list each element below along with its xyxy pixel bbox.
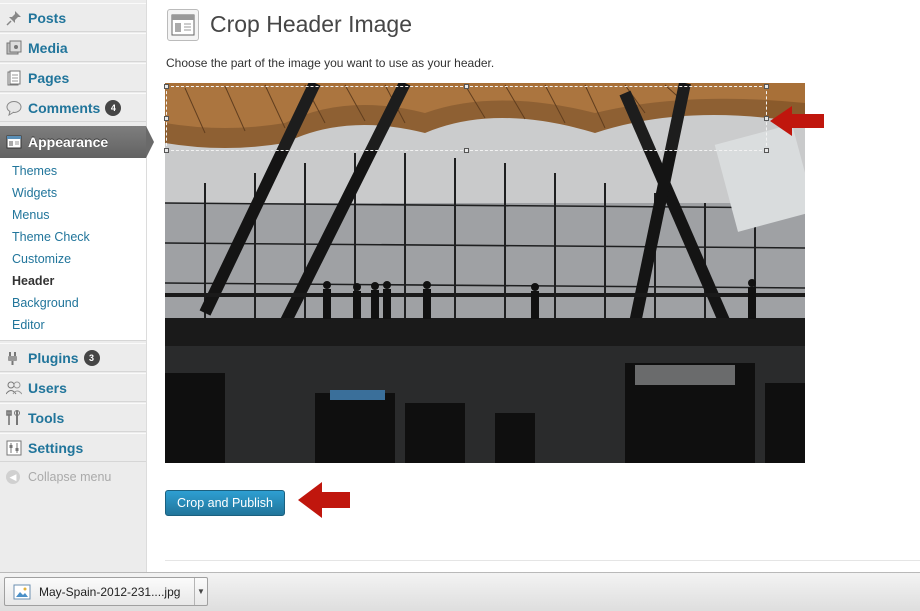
menu-label: Tools (28, 409, 65, 426)
menu-label: Pages (28, 69, 70, 86)
download-item[interactable]: May-Spain-2012-231....jpg ▼ (4, 577, 208, 606)
plugin-update-badge: 3 (83, 349, 100, 366)
menu-label: Settings (28, 439, 84, 456)
menu-label: Comments (28, 99, 101, 116)
menu-item-pages[interactable]: Pages (0, 63, 146, 92)
menu-item-posts[interactable]: Posts (0, 3, 146, 32)
menu-item-media[interactable]: Media (0, 33, 146, 62)
menu-label: Media (28, 39, 68, 56)
menu-label: Posts (28, 9, 67, 26)
submenu-item-theme-check[interactable]: Theme Check (12, 230, 90, 244)
comment-count-badge: 4 (105, 99, 122, 116)
menu-item-comments[interactable]: Comments 4 (0, 93, 146, 122)
page-title: Crop Header Image (210, 11, 412, 37)
pin-icon (6, 10, 22, 26)
header-page-icon (167, 9, 199, 41)
crop-handle-s[interactable] (464, 148, 469, 153)
annotation-arrow-icon (770, 106, 824, 136)
tools-icon (6, 409, 22, 426)
chevron-down-icon[interactable]: ▼ (194, 578, 207, 605)
crop-handle-nw[interactable] (164, 84, 169, 89)
crop-handle-ne[interactable] (764, 84, 769, 89)
menu-label: Appearance (28, 134, 109, 150)
menu-label: Plugins (28, 349, 79, 366)
plugin-icon (6, 350, 22, 366)
menu-item-settings[interactable]: Settings (0, 433, 146, 462)
menu-item-plugins[interactable]: Plugins 3 (0, 343, 146, 372)
crop-instruction: Choose the part of the image you want to… (166, 56, 495, 70)
pages-icon (6, 70, 22, 86)
comment-bubble-icon (6, 100, 22, 116)
menu-item-appearance[interactable]: Appearance (0, 126, 154, 158)
menu-item-users[interactable]: Users (0, 373, 146, 402)
collapse-arrow-icon: ◀ (6, 470, 20, 484)
image-file-icon (13, 584, 31, 600)
crop-selection-box[interactable] (166, 86, 767, 151)
submenu-item-themes[interactable]: Themes (12, 164, 57, 178)
media-icon (6, 40, 22, 56)
admin-sidebar: Posts Media Pages Comments 4 Appearance … (0, 0, 154, 572)
download-filename: May-Spain-2012-231....jpg (39, 584, 181, 599)
crop-and-publish-button[interactable]: Crop and Publish (165, 490, 285, 516)
crop-handle-w[interactable] (164, 116, 169, 121)
appearance-submenu: Themes Widgets Menus Theme Check Customi… (0, 158, 146, 341)
submenu-item-customize[interactable]: Customize (12, 252, 71, 266)
collapse-menu-button[interactable]: ◀ Collapse menu (6, 470, 111, 484)
submenu-item-header[interactable]: Header (12, 274, 54, 288)
crop-handle-sw[interactable] (164, 148, 169, 153)
crop-handle-n[interactable] (464, 84, 469, 89)
content-divider (165, 560, 920, 561)
submenu-item-background[interactable]: Background (12, 296, 79, 310)
appearance-icon (6, 134, 22, 150)
menu-item-tools[interactable]: Tools (0, 403, 146, 432)
submenu-item-menus[interactable]: Menus (12, 208, 50, 222)
users-icon (6, 380, 22, 396)
submenu-item-editor[interactable]: Editor (12, 318, 45, 332)
annotation-arrow-icon (298, 482, 350, 518)
browser-download-bar: May-Spain-2012-231....jpg ▼ (0, 572, 920, 611)
collapse-menu-label: Collapse menu (28, 470, 112, 484)
settings-icon (6, 440, 22, 456)
menu-label: Users (28, 379, 67, 396)
submenu-item-widgets[interactable]: Widgets (12, 186, 57, 200)
active-menu-arrow (146, 126, 154, 158)
crop-handle-se[interactable] (764, 148, 769, 153)
